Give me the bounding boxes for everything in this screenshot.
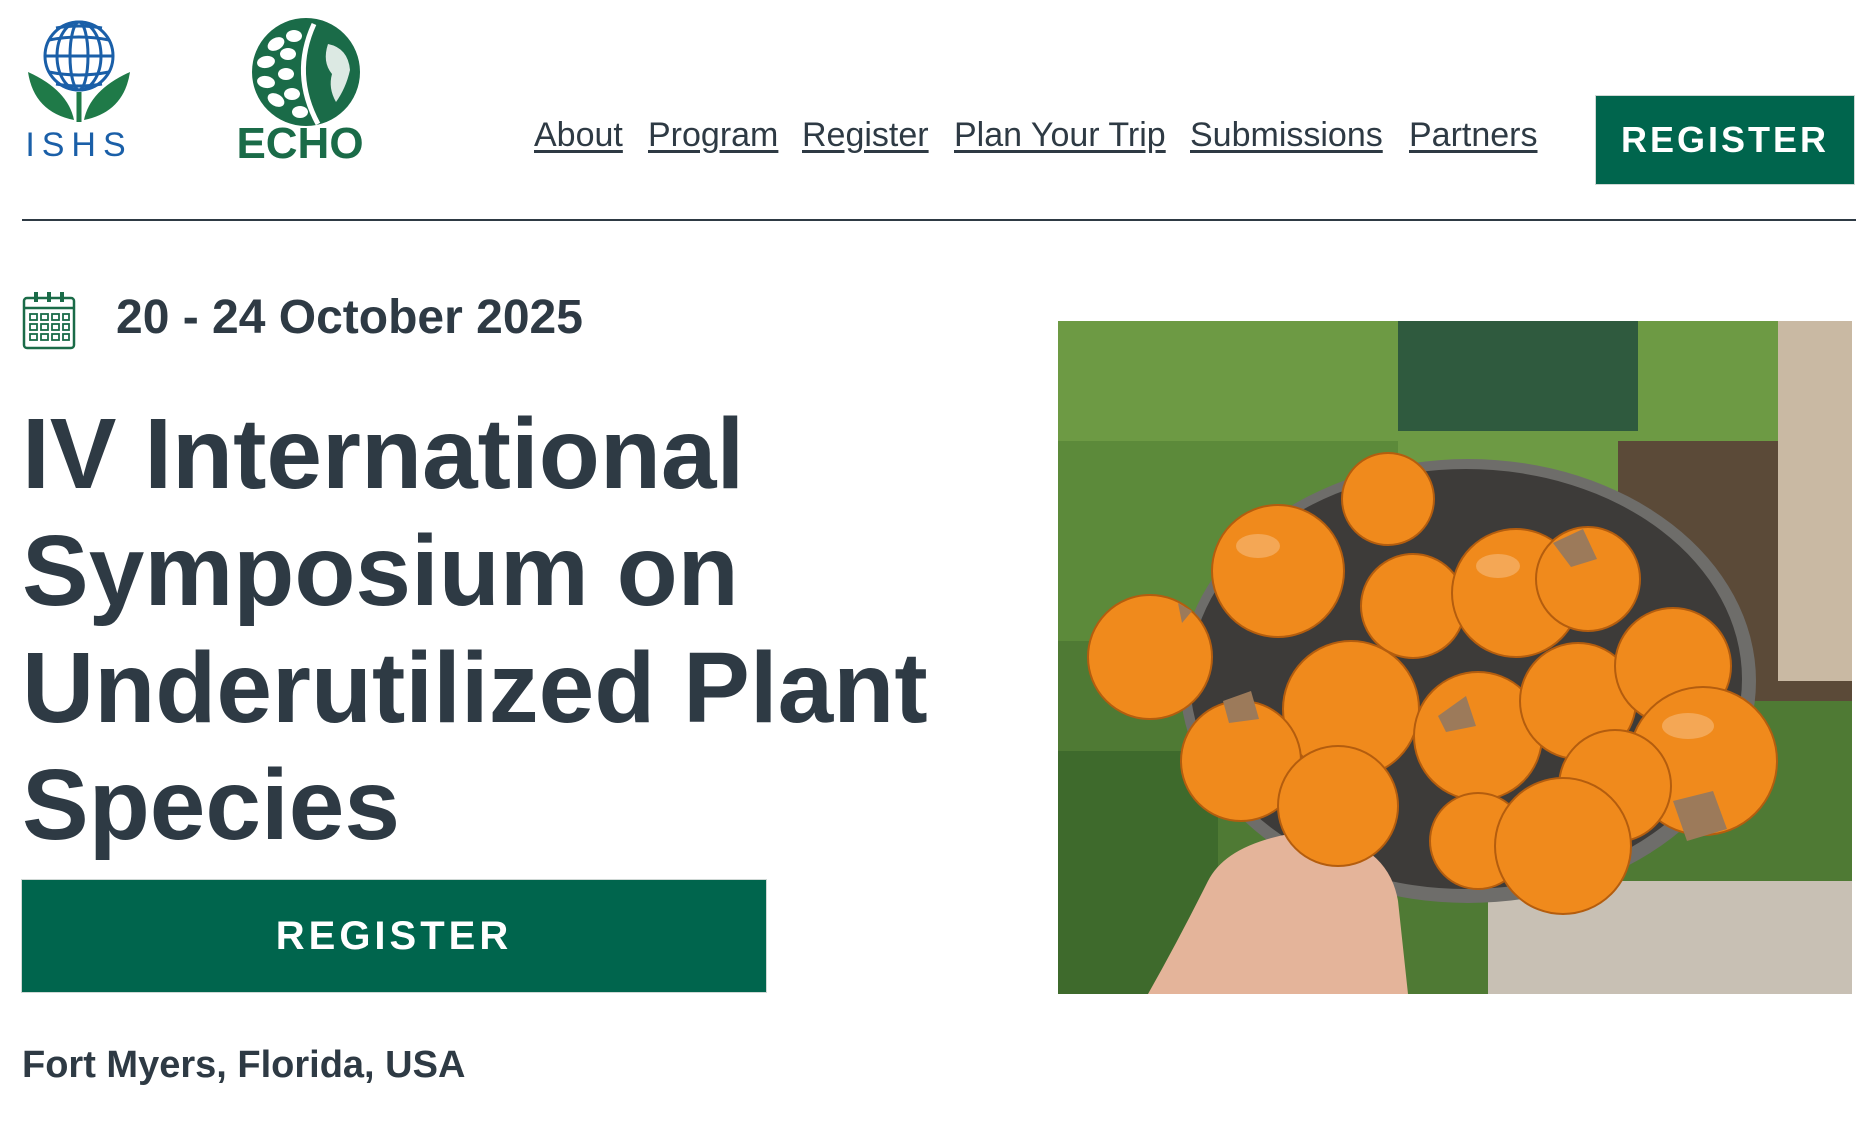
nav-partners-link[interactable]: Partners	[1409, 116, 1538, 155]
hero-register-button[interactable]: REGISTER	[22, 880, 766, 992]
nav-program-link[interactable]: Program	[648, 116, 778, 155]
event-date: 20 - 24 October 2025	[116, 291, 583, 344]
site-header: ISHS ECHO About Program Register Plan Yo…	[0, 0, 1862, 222]
page-title: IV International Symposium on Underutili…	[22, 398, 928, 861]
echo-logo-text: ECHO	[236, 119, 363, 164]
calendar-icon	[22, 290, 76, 350]
header-divider	[22, 219, 1856, 221]
nav-plan-your-trip-link[interactable]: Plan Your Trip	[954, 116, 1166, 155]
event-location: Fort Myers, Florida, USA	[22, 1044, 466, 1086]
globe-flower-logo-icon: ISHS	[25, 20, 132, 164]
nav-submissions-link[interactable]: Submissions	[1190, 116, 1383, 155]
ishs-logo-text: ISHS	[25, 126, 132, 162]
header-register-button[interactable]: REGISTER	[1596, 96, 1854, 184]
nav-about-link[interactable]: About	[534, 116, 623, 155]
globe-leaf-logo-icon: ECHO	[236, 18, 364, 168]
nav-register-link[interactable]: Register	[802, 116, 929, 155]
ishs-logo[interactable]: ISHS	[24, 12, 134, 164]
echo-logo[interactable]: ECHO	[236, 14, 376, 168]
orange-fruit-bowl-photo	[1058, 321, 1852, 994]
